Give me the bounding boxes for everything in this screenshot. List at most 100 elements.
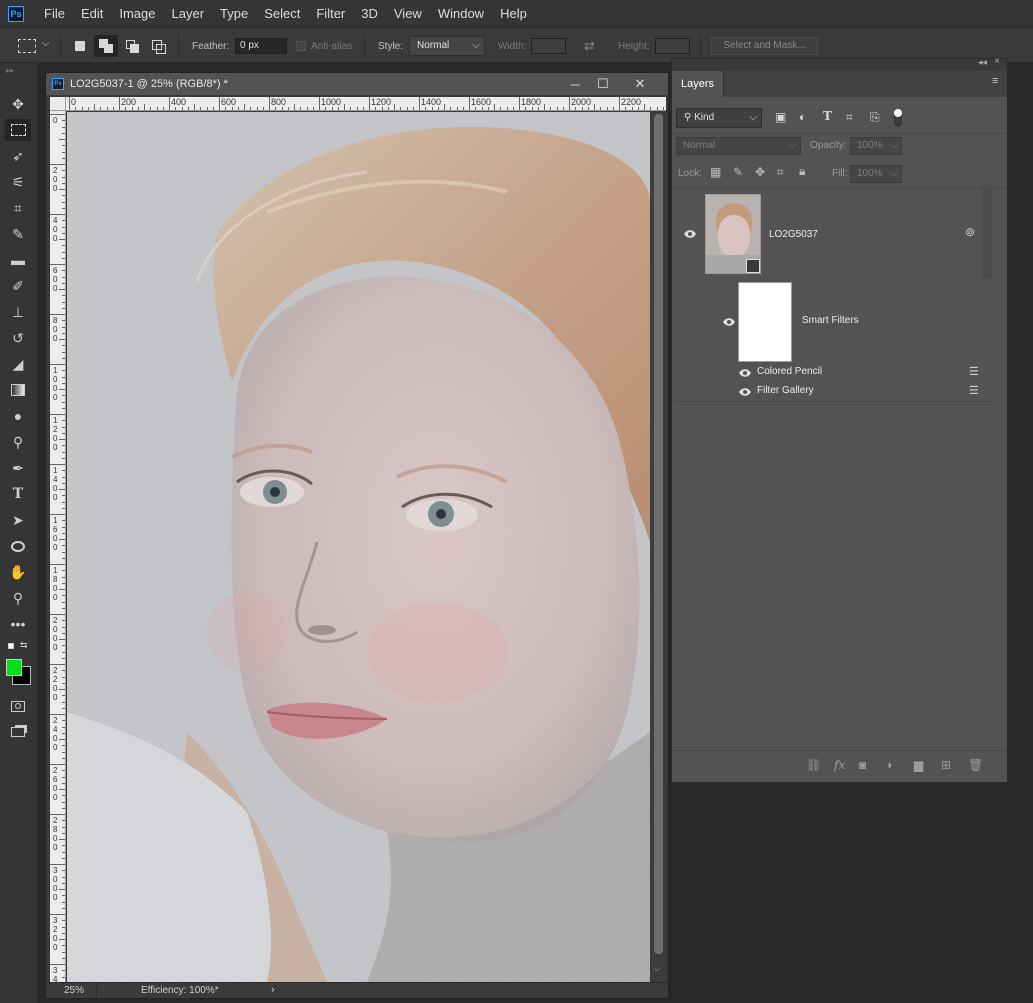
width-input[interactable] [531,38,566,54]
swap-dimensions-icon[interactable]: ⇄ [584,28,595,64]
crop-tool-icon[interactable]: ⌗ [5,197,31,219]
document-tab[interactable]: Ps LO2G5037-1 @ 25% (RGB/8*) * ─ ☐ ✕ [46,73,668,95]
layer-row[interactable]: LO2G5037 ⊚ ⌃ [674,189,992,279]
eye-icon[interactable] [738,368,752,378]
filter-options-icon[interactable]: ☰ [969,365,979,378]
status-menu-arrow-icon[interactable]: › [271,984,275,996]
filter-shape-icon[interactable]: ⌗ [846,110,853,125]
filter-mask-thumbnail[interactable] [738,282,792,362]
new-selection-icon[interactable] [72,38,88,54]
add-mask-icon[interactable]: ◙ [859,758,866,772]
new-group-icon[interactable]: ▆ [914,758,923,772]
lock-pixels-icon[interactable]: ✎ [733,165,743,179]
tab-layers[interactable]: Layers [672,71,724,97]
menu-window[interactable]: Window [430,0,492,27]
lasso-tool-icon[interactable]: ➶ [5,145,31,167]
filter-row-colored-pencil[interactable]: Colored Pencil ☰ [674,363,992,382]
chevron-down-icon[interactable]: ⌵ [42,38,50,49]
filter-pixel-icon[interactable]: ▣ [775,110,786,124]
hand-tool-icon[interactable]: ✋ [5,561,31,583]
dodge-tool-icon[interactable]: ⚲ [5,431,31,453]
menu-3d[interactable]: 3D [353,0,386,27]
scroll-down-icon[interactable]: ⌵ [654,964,660,974]
layer-thumbnail[interactable] [705,194,761,274]
more-tools-icon[interactable]: ••• [5,613,31,635]
new-layer-icon[interactable]: ⊞ [941,758,951,772]
menu-help[interactable]: Help [492,0,535,27]
magic-wand-tool-icon[interactable]: ⚟ [5,171,31,193]
filter-smart-object-icon[interactable]: ⎘ [870,110,880,125]
intersect-selection-icon[interactable] [150,38,166,54]
layer-name[interactable]: LO2G5037 [769,229,818,240]
menu-image[interactable]: Image [111,0,163,27]
close-panel-icon[interactable]: × [994,56,1000,67]
swap-colors-icon[interactable]: ⇆ [20,640,28,651]
menu-view[interactable]: View [386,0,430,27]
filter-row-filter-gallery[interactable]: Filter Gallery ☰ [674,382,992,401]
maximize-icon[interactable]: ☐ [590,73,616,95]
menu-filter[interactable]: Filter [308,0,353,27]
image-canvas[interactable] [67,112,650,982]
rectangular-marquee-tool-icon[interactable] [5,119,31,141]
eraser-tool-icon[interactable]: ◢ [5,353,31,375]
ruler-origin[interactable] [50,97,66,111]
zoom-level[interactable]: 25% [64,985,84,996]
style-select[interactable]: Normal ⌵ [409,36,485,56]
scroll-thumb[interactable] [654,114,663,954]
screen-mode-icon[interactable] [5,721,31,743]
eye-icon[interactable] [722,317,736,327]
foreground-color-swatch[interactable] [6,659,22,676]
blur-tool-icon[interactable]: ● [5,405,31,427]
collapse-panel-icon[interactable]: ◂◂ [978,57,987,68]
antialias-checkbox[interactable] [296,41,306,51]
gradient-tool-icon[interactable] [5,379,31,401]
zoom-tool-icon[interactable]: ⚲ [5,587,31,609]
feather-input[interactable]: 0 px [235,38,287,54]
filter-kind-select[interactable]: ⚲ Kind ⌵ [676,108,762,128]
height-input[interactable] [655,38,690,54]
marquee-preset-icon[interactable] [18,39,36,53]
path-selection-tool-icon[interactable]: ➤ [5,509,31,531]
default-colors-icon[interactable] [8,643,14,649]
quick-mask-icon[interactable] [5,695,31,717]
menu-layer[interactable]: Layer [164,0,213,27]
lock-artboard-icon[interactable]: ⌗ [777,165,784,180]
new-adjustment-layer-icon[interactable]: ◑ [885,758,892,772]
add-layer-style-icon[interactable]: fx [834,758,845,772]
smart-filter-indicator-icon[interactable]: ⊚ [965,225,975,239]
minimize-icon[interactable]: ─ [562,73,588,95]
pen-tool-icon[interactable]: ✒ [5,457,31,479]
close-icon[interactable]: ✕ [627,73,653,95]
layers-scrollbar[interactable] [982,189,992,279]
panel-menu-icon[interactable]: ≡ [992,75,998,87]
filter-toggle[interactable] [894,109,902,127]
delete-layer-icon[interactable]: 🗑︎ [968,758,983,772]
menu-file[interactable]: File [36,0,73,27]
select-and-mask-button[interactable]: Select and Mask... [711,37,818,55]
blend-mode-select[interactable]: Normal ⌵ [676,137,801,155]
menu-type[interactable]: Type [212,0,256,27]
move-tool-icon[interactable]: ✥ [5,93,31,115]
smart-filters-row[interactable]: Smart Filters [674,279,992,362]
type-tool-icon[interactable]: T [5,483,31,505]
vertical-ruler[interactable]: 0 200 400 600 800 1000 1200 1400 1600 1800 2000 220… [50,111,66,983]
filter-adjustment-icon[interactable]: ◐ [799,110,806,124]
lock-all-icon[interactable]: 🔒︎ [799,164,805,179]
menu-edit[interactable]: Edit [73,0,111,27]
opacity-input[interactable]: 100% ⌵ [850,137,902,155]
vertical-scrollbar[interactable]: ⌵ [651,112,666,982]
history-brush-tool-icon[interactable]: ↺ [5,327,31,349]
eye-icon[interactable] [738,387,752,397]
clone-stamp-tool-icon[interactable]: ⊥ [5,301,31,323]
lock-position-icon[interactable]: ✥ [755,165,765,179]
filter-type-icon[interactable]: T [823,109,832,123]
menu-select[interactable]: Select [256,0,308,27]
collapse-arrows-icon[interactable]: ▸▸ [6,66,14,75]
subtract-from-selection-icon[interactable] [124,38,140,54]
fill-input[interactable]: 100% ⌵ [850,165,902,183]
eyedropper-tool-icon[interactable]: ✎ [5,223,31,245]
link-layers-icon[interactable]: ⛓ [806,758,821,772]
horizontal-ruler[interactable]: 0 200 400 600 800 1000 1200 1400 1600 1800 2000 220… [66,97,666,111]
brush-tool-icon[interactable]: ✐ [5,275,31,297]
filter-options-icon[interactable]: ☰ [969,384,979,397]
